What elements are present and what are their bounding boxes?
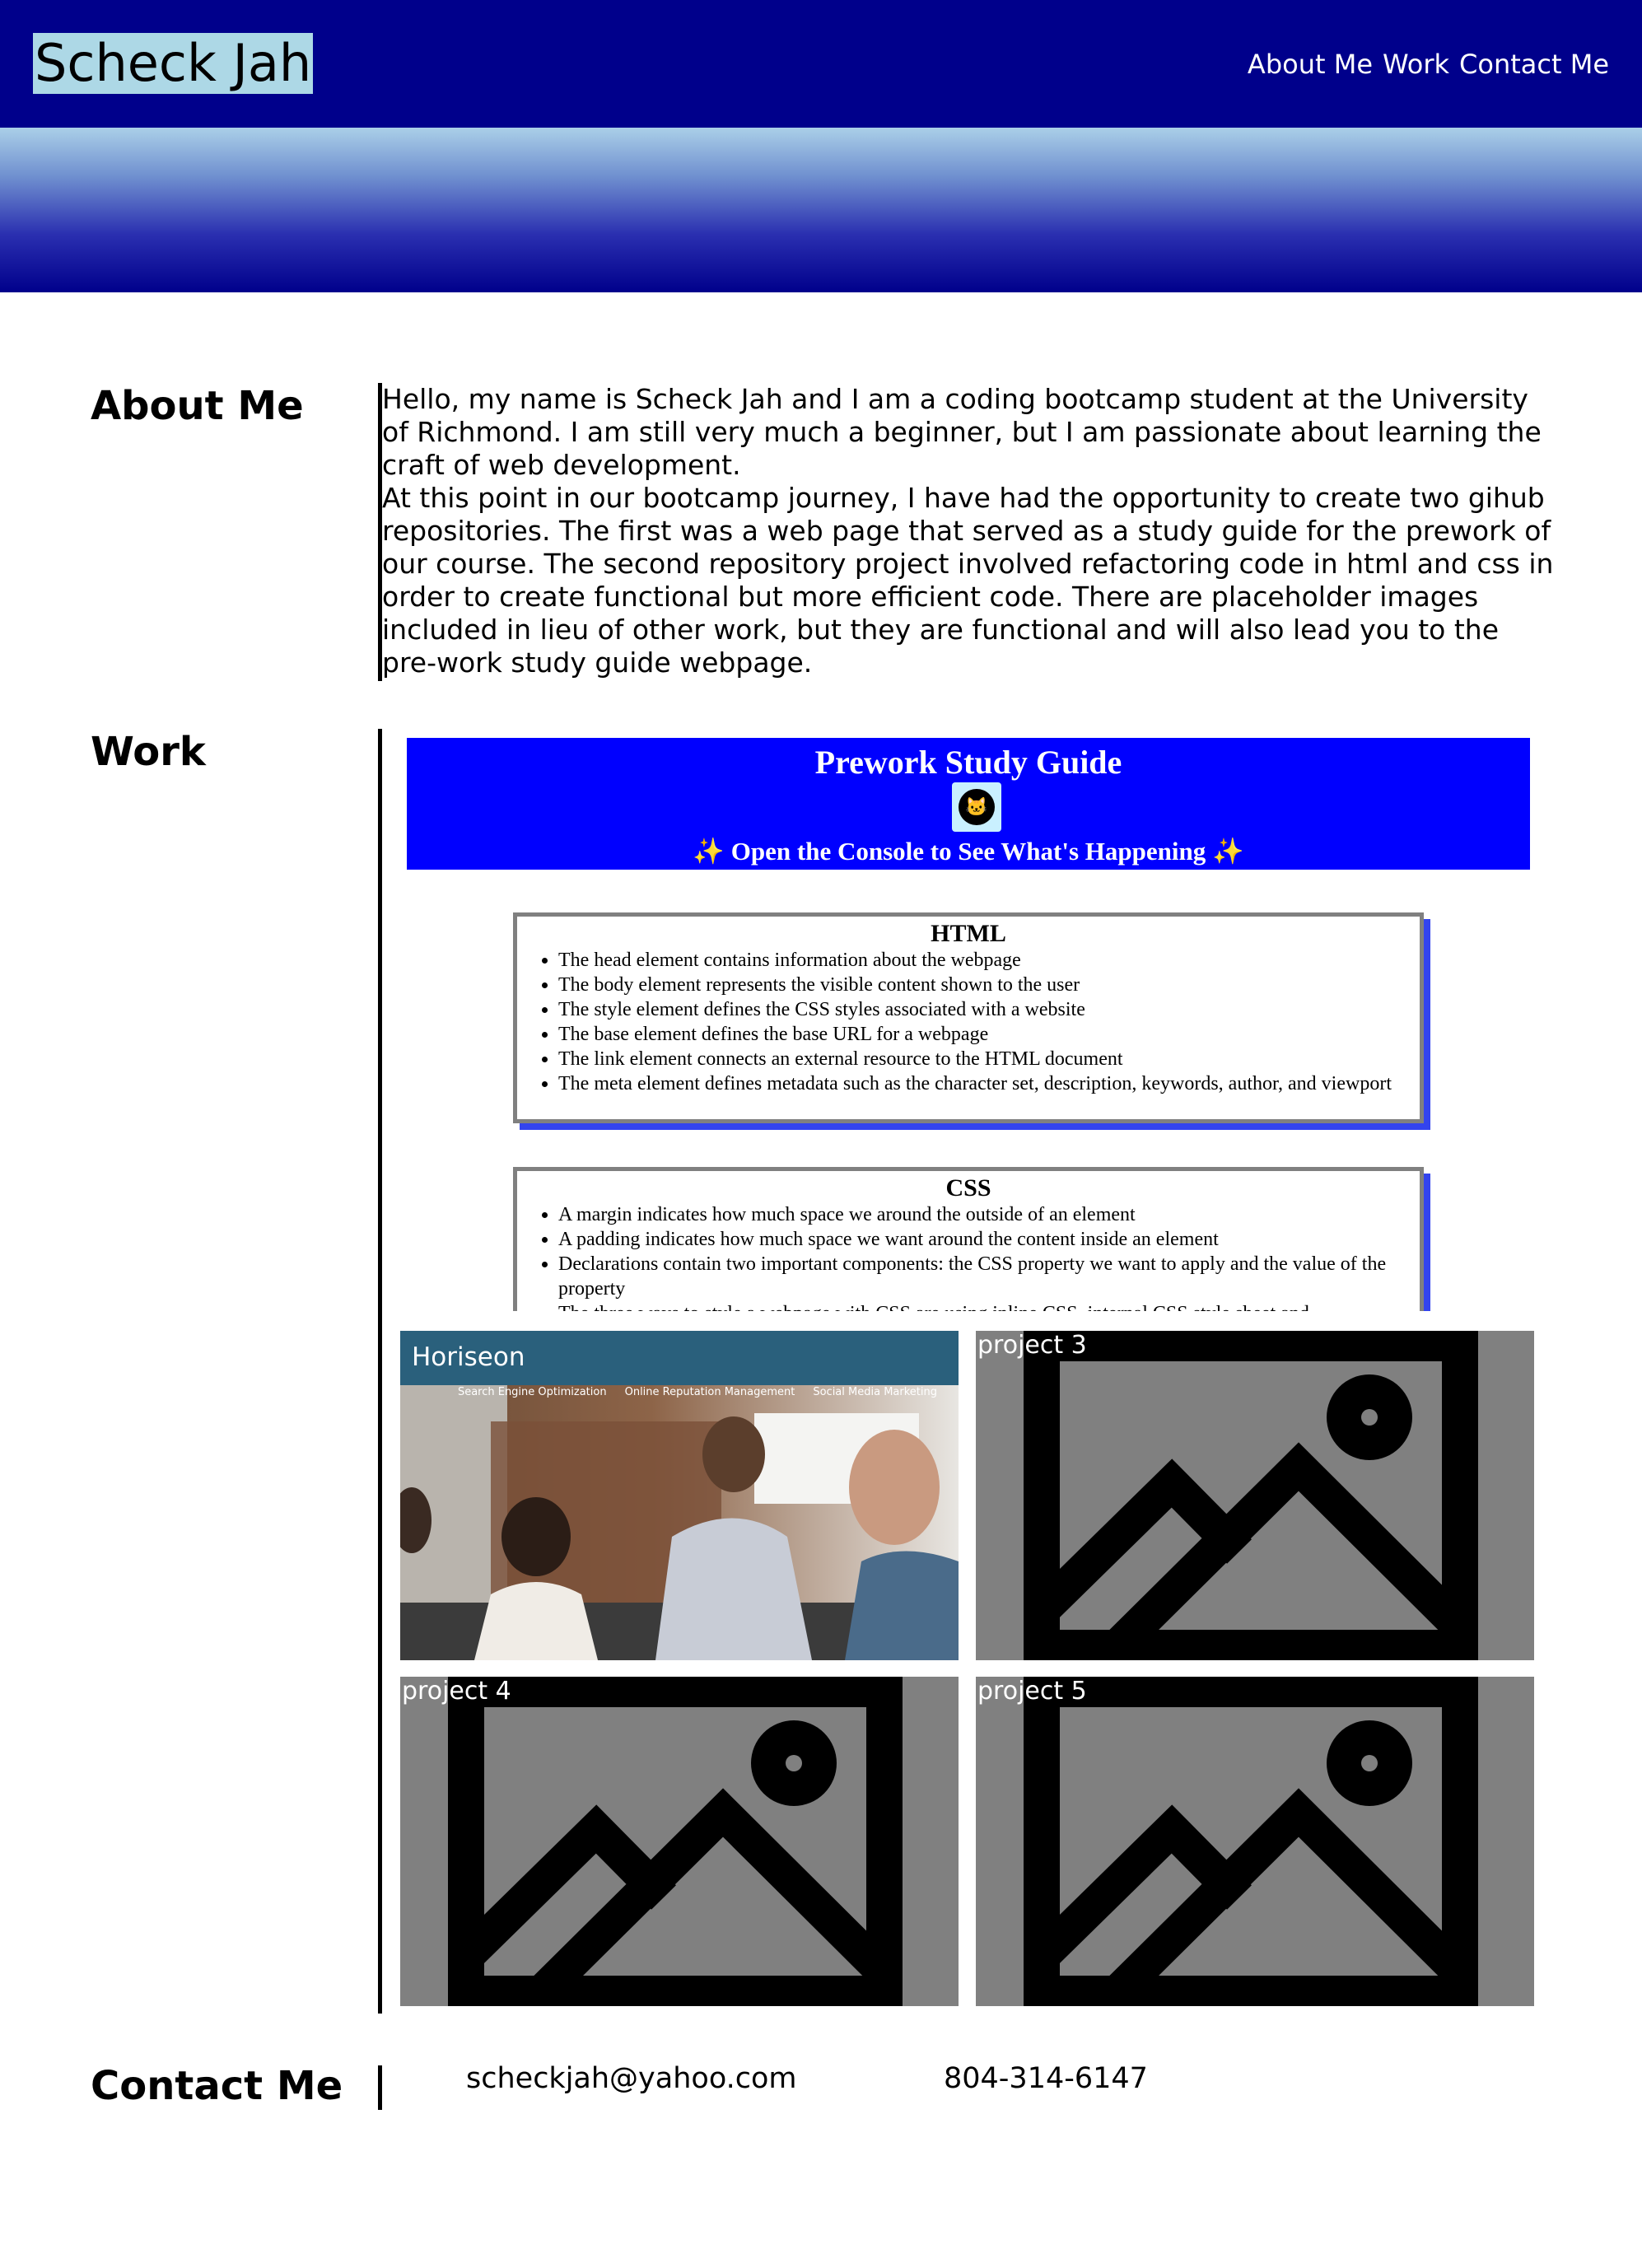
list-item: The three ways to style a webpage with C…: [558, 1301, 1403, 1311]
guide-title: Prework Study Guide: [814, 744, 1122, 781]
horiseon-header: Horiseon: [400, 1331, 959, 1385]
nav-link-contact[interactable]: Contact Me: [1459, 46, 1609, 82]
list-item: The head element contains information ab…: [558, 948, 1403, 973]
project-label: project 5: [977, 1677, 1087, 1706]
project-tile-4[interactable]: project 4: [400, 1677, 959, 2006]
guide-subtitle: ✨ Open the Console to See What's Happeni…: [693, 837, 1244, 866]
nav-link-about[interactable]: About Me: [1248, 46, 1373, 82]
list-item: The meta element defines metadata such a…: [558, 1071, 1403, 1096]
work-title: Work: [91, 729, 206, 775]
contact-email-link[interactable]: scheckjah@yahoo.com: [466, 2060, 797, 2097]
horiseon-link: Search Engine Optimization: [457, 1386, 607, 1398]
html-card-list: The head element contains information ab…: [517, 948, 1420, 1096]
html-card-title: HTML: [931, 920, 1006, 947]
guide-banner: Prework Study Guide 🐱 ✨ Open the Console…: [407, 738, 1530, 870]
about-title: About Me: [91, 383, 304, 429]
list-item: Declarations contain two important compo…: [558, 1252, 1403, 1301]
image-placeholder-icon: [1024, 1331, 1478, 1660]
contact-title: Contact Me: [91, 2063, 343, 2109]
project-label: project 3: [977, 1331, 1087, 1360]
list-item: The style element defines the CSS styles…: [558, 997, 1403, 1022]
site-logo: Scheck Jah: [33, 33, 314, 94]
html-card: HTML The head element contains informati…: [513, 912, 1424, 1123]
avatar: 🐱: [952, 782, 1001, 832]
horiseon-link: Online Reputation Management: [624, 1386, 795, 1398]
site-header: Scheck Jah About Me Work Contact Me: [0, 0, 1642, 128]
project-tile-5[interactable]: project 5: [976, 1677, 1534, 2006]
list-item: A margin indicates how much space we aro…: [558, 1202, 1403, 1227]
project-label: project 4: [402, 1677, 511, 1706]
image-placeholder-icon: [1024, 1677, 1478, 2006]
horiseon-nav: Search Engine Optimization Online Reputa…: [458, 1385, 937, 1400]
hero-banner: [0, 128, 1642, 292]
study-guide-preview[interactable]: Prework Study Guide 🐱 ✨ Open the Console…: [400, 735, 1532, 1311]
project-tile-3[interactable]: project 3: [976, 1331, 1534, 1660]
nav-link-work[interactable]: Work: [1383, 46, 1449, 82]
horiseon-brand: Horiseon: [412, 1342, 525, 1372]
list-item: The link element connects an external re…: [558, 1047, 1403, 1071]
cat-icon: 🐱: [959, 789, 995, 825]
work-divider: [378, 729, 382, 2014]
css-card-title: CSS: [945, 1174, 991, 1202]
about-paragraph: Hello, my name is Scheck Jah and I am a …: [382, 383, 1542, 481]
list-item: The base element defines the base URL fo…: [558, 1022, 1403, 1047]
project-tile-horiseon[interactable]: Horiseon Search Engine Optimization Onli…: [400, 1331, 959, 1660]
about-text: Hello, my name is Scheck Jah and I am a …: [382, 383, 1560, 679]
contact-divider: [378, 2065, 382, 2110]
css-card: CSS A margin indicates how much space we…: [513, 1167, 1424, 1311]
css-card-list: A margin indicates how much space we aro…: [517, 1202, 1420, 1311]
horiseon-link: Social Media Marketing: [813, 1386, 937, 1398]
list-item: A padding indicates how much space we wa…: [558, 1227, 1403, 1252]
contact-phone-link[interactable]: 804-314-6147: [944, 2060, 1148, 2097]
main-nav: About Me Work Contact Me: [1248, 46, 1609, 82]
list-item: The body element represents the visible …: [558, 973, 1403, 997]
about-paragraph: At this point in our bootcamp journey, I…: [382, 482, 1554, 679]
image-placeholder-icon: [448, 1677, 903, 2006]
